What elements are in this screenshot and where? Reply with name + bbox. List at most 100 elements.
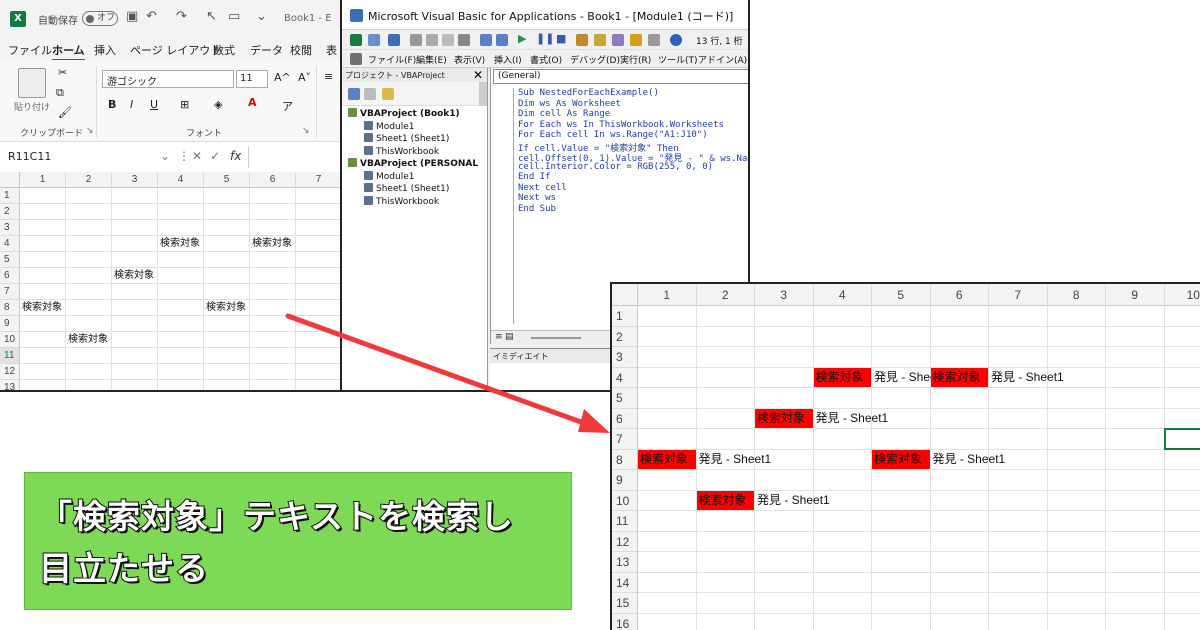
column-header[interactable]: 7 [989, 284, 1048, 306]
row-header[interactable]: 9 [612, 470, 638, 491]
tab-insert[interactable]: 挿入 [94, 42, 116, 58]
row-header[interactable]: 4 [0, 236, 20, 252]
insert-function-button[interactable]: fx [230, 149, 241, 163]
tab-file[interactable]: ファイル [8, 42, 52, 58]
cell[interactable]: 検索対象 [158, 236, 200, 251]
row-header[interactable]: 15 [612, 593, 638, 614]
row-header[interactable]: 1 [0, 188, 20, 204]
code-line[interactable]: End If [518, 172, 551, 182]
column-header[interactable]: 10 [1164, 284, 1200, 306]
save-icon[interactable]: ▣ [126, 9, 138, 24]
close-icon[interactable]: ✕ [473, 68, 483, 82]
tree-item[interactable]: ThisWorkbook [364, 145, 439, 157]
formula-input[interactable] [250, 148, 342, 166]
project-explorer-icon[interactable] [594, 34, 606, 46]
object-browser-icon[interactable] [630, 34, 642, 46]
view-excel-icon[interactable] [350, 34, 362, 46]
bold-button[interactable]: B [108, 98, 116, 111]
code-line[interactable]: Dim cell As Range [518, 109, 610, 119]
row-header[interactable]: 3 [612, 347, 638, 368]
column-header[interactable]: 4 [158, 172, 204, 188]
tree-item[interactable]: VBAProject (PERSONAL [348, 158, 478, 169]
cell[interactable]: 発見 - Sheet1 [931, 450, 1006, 470]
format-painter-icon[interactable]: 🖌 [58, 106, 72, 119]
row-header[interactable]: 8 [612, 449, 638, 470]
row-header[interactable]: 9 [0, 316, 20, 332]
namebox-dropdown-icon[interactable]: ⌄ [160, 149, 170, 163]
object-combo[interactable]: (General) [493, 69, 748, 84]
row-header[interactable]: 11 [0, 348, 20, 364]
row-header[interactable]: 12 [612, 531, 638, 552]
cell[interactable]: 発見 - Sheet1 [755, 491, 830, 511]
project-explorer-scrollbar[interactable] [479, 82, 487, 106]
toggle-folders-icon[interactable] [382, 88, 394, 100]
row-header[interactable]: 16 [612, 613, 638, 630]
cell[interactable]: 検索対象 [250, 236, 292, 251]
undo-icon[interactable]: ↶ [146, 9, 157, 24]
copy-icon[interactable] [426, 34, 438, 46]
row-header[interactable]: 6 [0, 268, 20, 284]
row-header[interactable]: 7 [612, 429, 638, 450]
row-header[interactable]: 4 [612, 367, 638, 388]
tree-item[interactable]: Module1 [364, 170, 414, 182]
row-header[interactable]: 13 [0, 380, 20, 390]
enter-icon[interactable]: ✓ [210, 149, 220, 163]
cut-icon[interactable] [410, 34, 422, 46]
shrink-font-button[interactable]: A˅ [298, 71, 311, 84]
undo-icon[interactable] [480, 34, 492, 46]
find-icon[interactable] [458, 34, 470, 46]
tree-item[interactable]: Sheet1 (Sheet1) [364, 133, 449, 144]
cut-icon[interactable]: ✂ [58, 66, 67, 79]
underline-button[interactable]: U [150, 98, 158, 111]
column-header[interactable]: 5 [204, 172, 250, 188]
row-header[interactable]: 13 [612, 552, 638, 573]
row-header[interactable]: 14 [612, 572, 638, 593]
design-mode-icon[interactable] [576, 34, 588, 46]
menu-addins[interactable]: アドイン(A) [698, 53, 747, 66]
menu-format[interactable]: 書式(O) [530, 53, 562, 66]
code-line[interactable]: For Each cell In ws.Range("A1:J10") [518, 130, 708, 140]
break-icon[interactable]: ❚❚ [536, 32, 554, 45]
horizontal-scrollbar[interactable] [531, 337, 581, 339]
menu-insert[interactable]: 挿入(I) [494, 53, 522, 66]
row-header[interactable]: 7 [0, 284, 20, 300]
borders-icon[interactable]: ⊞ [180, 98, 189, 111]
menu-tools[interactable]: ツール(T) [658, 53, 698, 66]
column-header[interactable]: 8 [1047, 284, 1106, 306]
tree-item[interactable]: VBAProject (Book1) [348, 108, 460, 119]
reset-icon[interactable]: ■ [556, 32, 566, 45]
menu-run[interactable]: 実行(R) [620, 53, 651, 66]
font-color-icon[interactable]: A [248, 96, 257, 109]
row-header[interactable]: 5 [612, 388, 638, 409]
view-code-icon[interactable] [348, 88, 360, 100]
cell[interactable]: 検索対象 [204, 300, 246, 315]
tab-home[interactable]: ホーム [52, 42, 85, 61]
column-header[interactable]: 3 [755, 284, 814, 306]
code-line[interactable]: Next ws [518, 193, 556, 203]
grow-font-button[interactable]: A^ [274, 71, 291, 84]
select-all-corner[interactable] [0, 172, 20, 188]
column-header[interactable]: 4 [813, 284, 872, 306]
highlighted-cell[interactable]: 検索対象 [755, 408, 813, 428]
menu-view[interactable]: 表示(V) [454, 53, 485, 66]
code-line[interactable]: Dim ws As Worksheet [518, 99, 621, 109]
row-header[interactable]: 8 [0, 300, 20, 316]
paste-icon[interactable] [18, 68, 46, 98]
column-header[interactable]: 2 [66, 172, 112, 188]
copy-icon[interactable]: ⧉ [56, 86, 64, 100]
italic-button[interactable]: I [130, 98, 133, 111]
code-line[interactable]: For Each ws In ThisWorkbook.Worksheets [518, 120, 724, 130]
tab-review[interactable]: 校閲 [290, 42, 312, 58]
column-header[interactable]: 3 [112, 172, 158, 188]
code-line[interactable]: Next cell [518, 183, 567, 193]
font-size-select[interactable]: 11 [236, 70, 268, 88]
selected-cell[interactable] [1163, 428, 1200, 450]
column-header[interactable]: 7 [296, 172, 342, 188]
menu-edit[interactable]: 編集(E) [416, 53, 447, 66]
autosave-toggle[interactable]: オフ [82, 11, 118, 26]
highlighted-cell[interactable]: 検索対象 [930, 367, 988, 387]
font-name-select[interactable]: 游ゴシック [102, 70, 234, 88]
customize-qat-icon[interactable]: ⌄ [256, 9, 267, 24]
cell[interactable]: 検索対象 [66, 332, 108, 347]
row-header[interactable]: 3 [0, 220, 20, 236]
